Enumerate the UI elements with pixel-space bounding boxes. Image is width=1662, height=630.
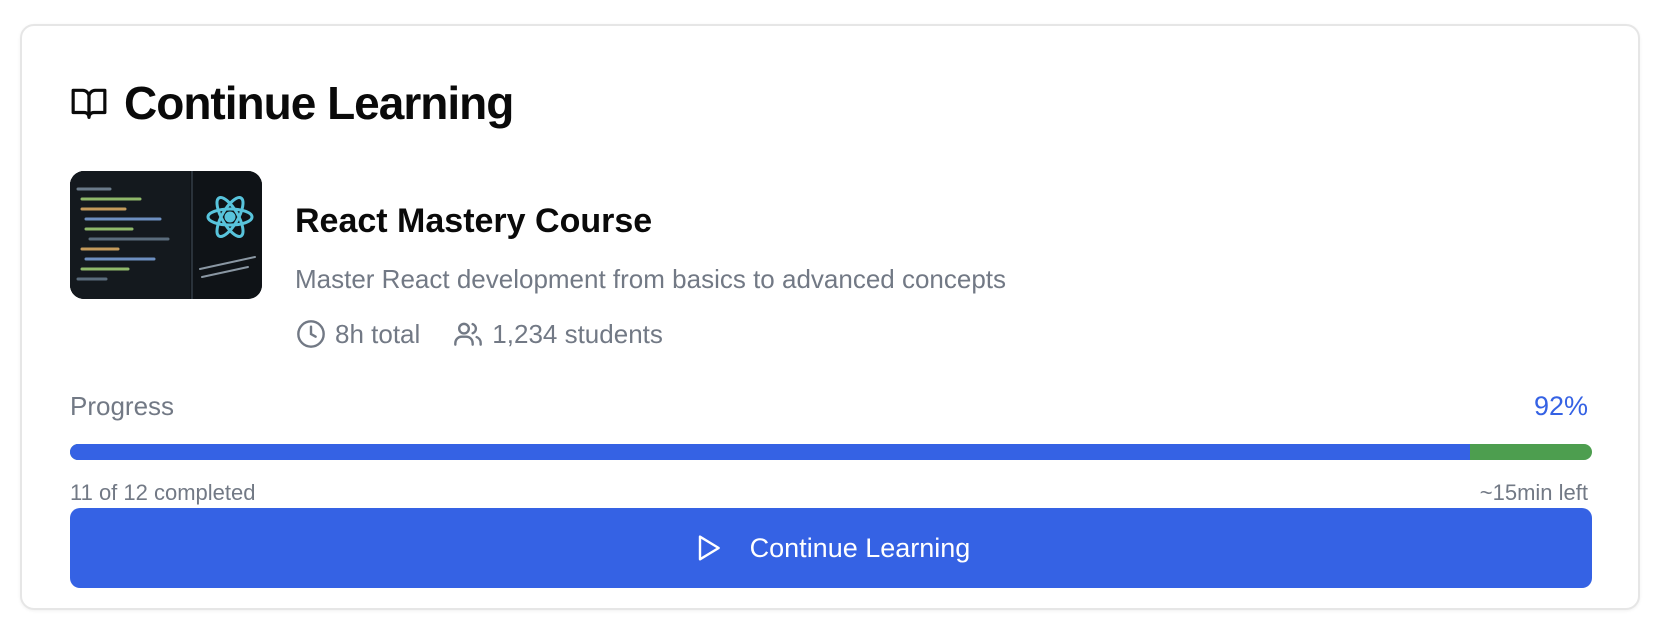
course-thumbnail[interactable] [70, 171, 262, 299]
continue-learning-button-label: Continue Learning [749, 532, 971, 563]
card-header: Continue Learning [70, 76, 514, 130]
progress-bar [70, 444, 1592, 460]
time-left: ~15min left [1479, 480, 1588, 505]
course-title[interactable]: React Mastery Course [295, 202, 652, 241]
book-open-icon [70, 84, 108, 122]
completed-count: 11 of 12 completed [70, 480, 256, 505]
continue-learning-button[interactable]: Continue Learning [70, 508, 1592, 588]
course-meta: 8h total 1,234 students [295, 318, 663, 350]
card-title: Continue Learning [124, 77, 514, 129]
users-icon [454, 322, 483, 346]
students-meta: 1,234 students [452, 318, 663, 350]
progress-percent: 92% [1533, 391, 1588, 421]
progress-label: Progress [70, 391, 175, 421]
duration-text: 8h total [335, 318, 421, 349]
clock-icon [297, 320, 325, 348]
progress-bar-fill [70, 444, 1471, 460]
play-icon [698, 535, 720, 561]
continue-learning-card: Continue Learning React Mastery Course M… [20, 24, 1640, 610]
students-text: 1,234 students [492, 318, 663, 349]
duration-meta: 8h total [295, 318, 420, 350]
course-description: Master React development from basics to … [295, 264, 1007, 294]
